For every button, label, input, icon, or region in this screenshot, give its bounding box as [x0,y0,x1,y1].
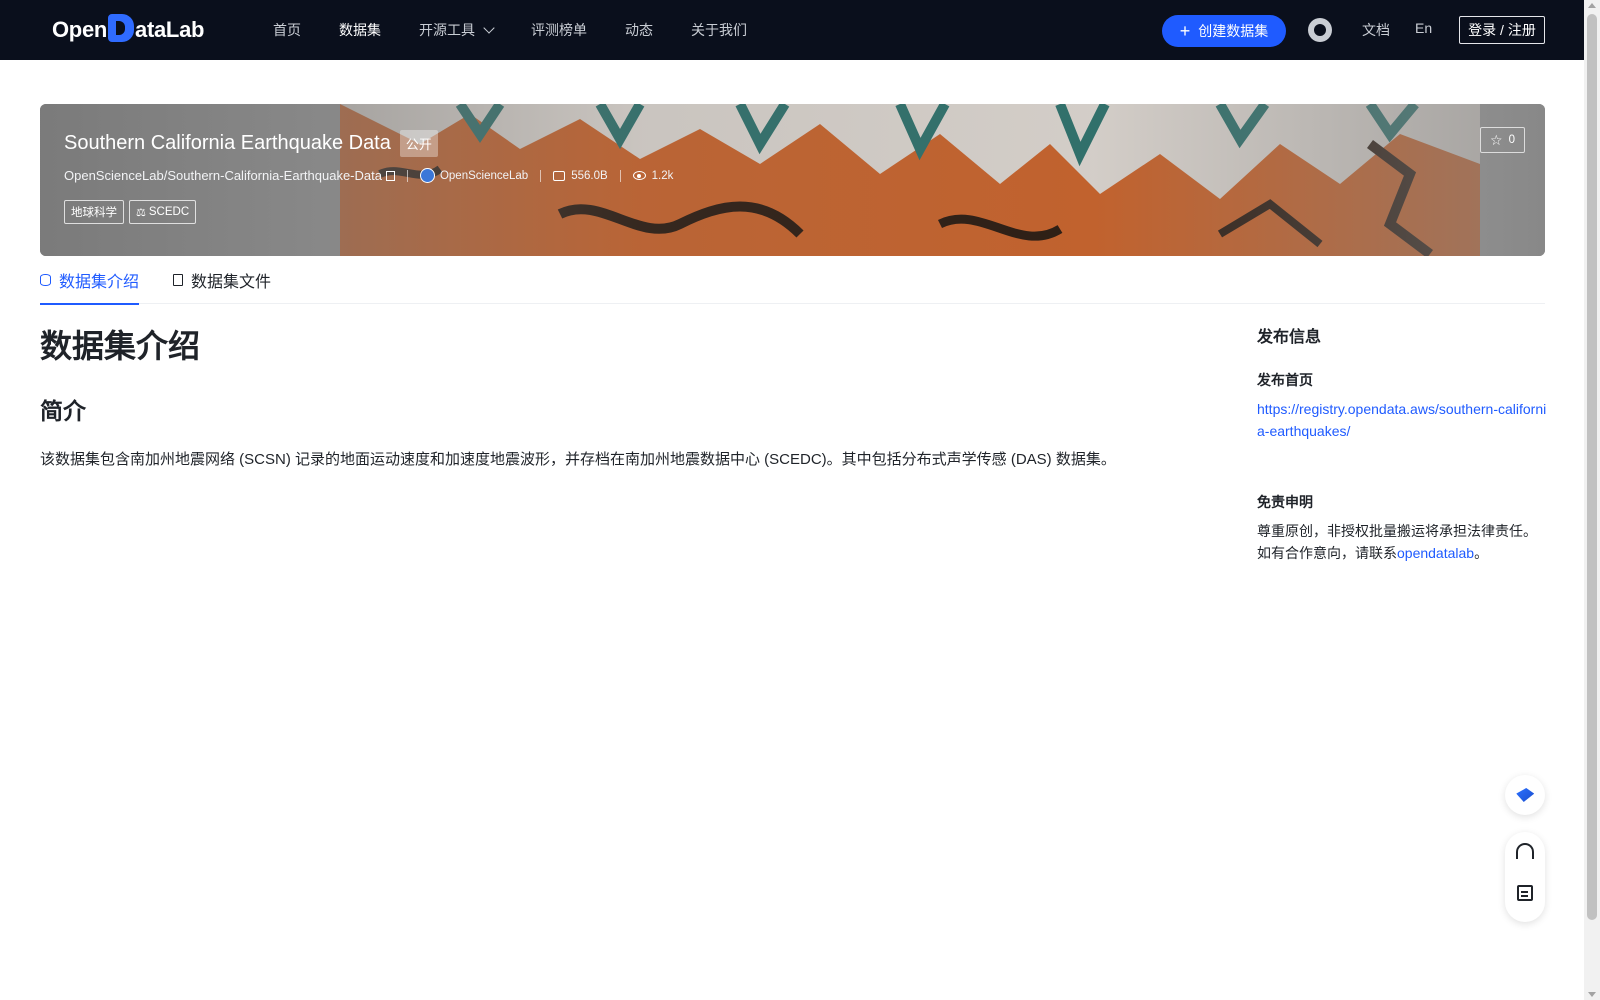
visibility-badge: 公开 [399,130,438,157]
nav-leaderboard[interactable]: 评测榜单 [531,20,587,40]
create-dataset-button[interactable]: + 创建数据集 [1162,15,1286,47]
repo-path: OpenScienceLab/Southern-California-Earth… [64,168,382,183]
copy-icon[interactable] [385,170,395,181]
file-icon [173,274,184,286]
github-icon[interactable] [1308,18,1332,42]
scale-icon: ⚖ [136,206,146,219]
meta-divider [619,169,621,182]
language-toggle[interactable]: En [1415,20,1432,36]
plus-icon: + [1179,21,1191,41]
tab-dataset-files-label: 数据集文件 [191,274,272,291]
top-navbar: Open ataLab 首页 数据集 开源工具 评测榜单 动态 关于我们 + 创建… [0,0,1584,60]
main-content: 数据集介绍 简介 该数据集包含南加州地震网络 (SCSN) 记录的地面运动速度和… [40,326,1200,472]
gem-icon [1515,788,1535,802]
nav-open-tools-label: 开源工具 [419,22,475,38]
floating-gem-button[interactable] [1505,775,1545,815]
contact-link[interactable]: opendatalab [1397,545,1474,561]
dataset-banner: Southern California Earthquake Data 公开 O… [40,104,1545,256]
content-paragraph: 该数据集包含南加州地震网络 (SCSN) 记录的地面运动速度和加速度地震波形，并… [40,451,1116,468]
star-icon: ☆ [1490,131,1503,148]
disclaimer-label: 免责申明 [1257,494,1313,510]
org-name[interactable]: OpenScienceLab [440,170,528,182]
disclaimer-text: 尊重原创，非授权批量搬运将承担法律责任。 如有合作意向，请联系opendatal… [1257,520,1547,564]
dataset-meta: OpenScienceLab/Southern-California-Earth… [64,168,673,183]
sidebar-heading: 发布信息 [1257,329,1322,346]
nav-datasets[interactable]: 数据集 [339,20,381,40]
tag-license-label: SCEDC [148,206,190,218]
nav-open-tools[interactable]: 开源工具 [419,20,495,40]
nav-links: 首页 数据集 开源工具 评测榜单 动态 关于我们 [273,0,785,60]
disclaimer-line-2: 如有合作意向，请联系opendatalab。 [1257,542,1547,564]
nav-news[interactable]: 动态 [625,20,653,40]
disclaimer-line-2-post: 。 [1474,545,1489,561]
dataset-title-row: Southern California Earthquake Data 公开 [64,130,438,157]
star-count: 0 [1508,134,1515,146]
database-icon [40,274,51,286]
scroll-down-arrow[interactable] [1588,992,1596,997]
chevron-down-icon [483,22,495,34]
dataset-tabs: 数据集介绍 数据集文件 [40,256,1545,305]
login-register-button[interactable]: 登录 / 注册 [1459,16,1545,44]
tab-dataset-intro[interactable]: 数据集介绍 [40,256,140,305]
nav-home[interactable]: 首页 [273,20,301,40]
tag-license[interactable]: ⚖ SCEDC [129,200,197,224]
disclaimer-line-2-pre: 如有合作意向，请联系 [1257,545,1397,561]
meta-divider [406,169,408,182]
disk-icon [553,170,566,181]
scroll-thumb[interactable] [1587,14,1597,920]
tag-earth-science[interactable]: 地球科学 [64,200,124,224]
homepage-link[interactable]: https://registry.opendata.aws/southern-c… [1257,398,1547,442]
dataset-title: Southern California Earthquake Data [64,132,391,154]
content-heading: 数据集介绍 [40,328,201,364]
page-scrollbar[interactable] [1584,0,1600,1000]
feedback-icon[interactable] [1517,885,1533,901]
logo-text-post: ataLab [135,17,205,42]
opendatalab-logo[interactable]: Open ataLab [52,14,204,46]
floating-actions [1505,832,1545,922]
view-count: 1.2k [651,169,674,182]
dataset-tags: 地球科学 ⚖ SCEDC [64,200,201,224]
star-button[interactable]: ☆ 0 [1480,127,1525,153]
nav-about[interactable]: 关于我们 [691,20,747,40]
publish-info-sidebar: 发布信息 发布首页 https://registry.opendata.aws/… [1257,326,1547,564]
content-subheading: 简介 [40,398,86,424]
create-dataset-label: 创建数据集 [1198,23,1269,39]
tab-dataset-intro-label: 数据集介绍 [59,274,140,291]
eye-icon [632,171,646,180]
scroll-up-arrow[interactable] [1588,3,1596,8]
logo-d-mark-icon [108,14,135,42]
headset-icon[interactable] [1516,843,1534,859]
dataset-size: 556.0B [571,169,608,182]
org-avatar-icon [419,168,435,183]
tab-dataset-files[interactable]: 数据集文件 [173,256,271,304]
nav-docs[interactable]: 文档 [1362,20,1390,40]
meta-divider [540,169,542,182]
homepage-label: 发布首页 [1257,372,1313,388]
disclaimer-line-1: 尊重原创，非授权批量搬运将承担法律责任。 [1257,523,1537,539]
logo-text-pre: Open [52,17,108,42]
